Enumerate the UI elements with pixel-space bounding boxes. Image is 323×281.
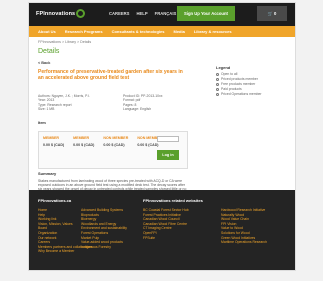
price-option[interactable]: NON MEMBER 0.00 $ (CAD) — [103, 136, 128, 147]
logo-text: FPInnovations — [36, 10, 76, 17]
footer-link[interactable]: FPSuite — [143, 236, 189, 241]
footer-link[interactable]: Why Become a Member — [38, 249, 92, 254]
quantity-field[interactable] — [157, 136, 179, 142]
publication-meta: Authors: Nguyen, J.K. ; Morris, P.I. Pro… — [38, 94, 198, 111]
site-footer: FPInnovations.ca FPInnovations related w… — [29, 190, 295, 270]
cart-button[interactable]: 🛒 0 — [257, 6, 287, 21]
top-header-bar: FPInnovations CAREERS HELP FRANÇAIS Sign… — [29, 3, 295, 26]
price-amount: 0.00 $ (CAD) — [43, 143, 65, 147]
footer-link[interactable]: Advanced Building Systems — [81, 208, 127, 213]
price-label: MEMBER — [73, 136, 90, 140]
footer-left-heading: FPInnovations.ca — [38, 198, 72, 203]
cart-count: 0 — [274, 11, 277, 16]
legend-heading: Legend — [216, 65, 231, 70]
footer-column-3: BC Coastal Forest Sector Hub Forest Prac… — [143, 208, 189, 240]
nav-research[interactable]: Research Programs — [65, 29, 103, 34]
price-label: MEMBER — [43, 136, 59, 140]
footer-link[interactable]: BC Coastal Forest Sector Hub — [143, 208, 189, 213]
footer-right-heading: FPInnovations related websites — [143, 198, 203, 203]
browser-page-frame: FPInnovations CAREERS HELP FRANÇAIS Sign… — [28, 2, 296, 271]
nav-media[interactable]: Media — [173, 29, 184, 34]
price-amount: 0.00 $ (CAD) — [103, 143, 125, 147]
nav-consultants[interactable]: Consultants & technologies — [112, 29, 165, 34]
top-links: CAREERS HELP FRANÇAIS — [109, 11, 176, 16]
footer-link[interactable]: Hardwood Research Initiative — [221, 208, 267, 213]
legend-panel: Legend Open to all Priced products membe… — [216, 65, 286, 97]
price-option[interactable]: MEMBER 0.00 $ (CAD) — [43, 136, 64, 147]
circle-icon — [216, 93, 219, 96]
back-link[interactable]: < Back — [38, 61, 50, 65]
meta-left: Size: 1 MB — [38, 106, 55, 111]
cart-icon: 🛒 — [267, 11, 273, 16]
price-option[interactable]: MEMBER 0.00 $ (CAD) — [73, 136, 94, 147]
logo-circle-icon — [76, 9, 86, 18]
main-nav: About Us Research Programs Consultants &… — [29, 26, 295, 37]
nav-about[interactable]: About Us — [38, 29, 56, 34]
careers-link[interactable]: CAREERS — [109, 11, 129, 16]
price-label: NON MEMBER — [103, 136, 129, 140]
nav-library[interactable]: Library & resources — [194, 29, 232, 34]
new-account-button[interactable]: Sign Up Your Account — [177, 6, 235, 21]
circle-icon — [216, 88, 219, 91]
publication-title: Performance of preservative-treated gard… — [38, 69, 183, 81]
item-label: Item — [38, 121, 46, 125]
circle-icon — [216, 83, 219, 86]
logo[interactable]: FPInnovations — [36, 9, 86, 18]
legend-item: Priced Operations member — [216, 92, 286, 97]
footer-column-2: Advanced Building Systems Bioproducts Bi… — [81, 208, 127, 249]
footer-link[interactable]: Maritime Operations Research — [221, 240, 267, 245]
meta-row: Size: 1 MB Language: English — [38, 107, 198, 111]
summary-heading: Summary — [38, 171, 57, 176]
help-link[interactable]: HELP — [136, 11, 147, 16]
price-amount: 0.00 $ (CAD) — [137, 143, 159, 147]
footer-link[interactable]: Indigenous Forestry — [81, 245, 127, 250]
breadcrumb[interactable]: FPInnovations > Library > Details — [38, 40, 91, 44]
purchase-box: MEMBER 0.00 $ (CAD) MEMBER 0.00 $ (CAD) … — [38, 131, 188, 169]
page-title: Details — [38, 48, 60, 55]
price-list: MEMBER 0.00 $ (CAD) MEMBER 0.00 $ (CAD) … — [43, 136, 162, 147]
meta-right: Language: English — [123, 106, 152, 111]
footer-column-4: Hardwood Research Initiative Naturally W… — [221, 208, 267, 245]
legend-item-label: Priced Operations member — [221, 92, 262, 96]
login-button[interactable]: Log in — [157, 150, 179, 160]
language-link[interactable]: FRANÇAIS — [155, 11, 177, 16]
circle-icon — [216, 78, 219, 81]
circle-icon — [216, 73, 219, 76]
price-amount: 0.00 $ (CAD) — [73, 143, 95, 147]
